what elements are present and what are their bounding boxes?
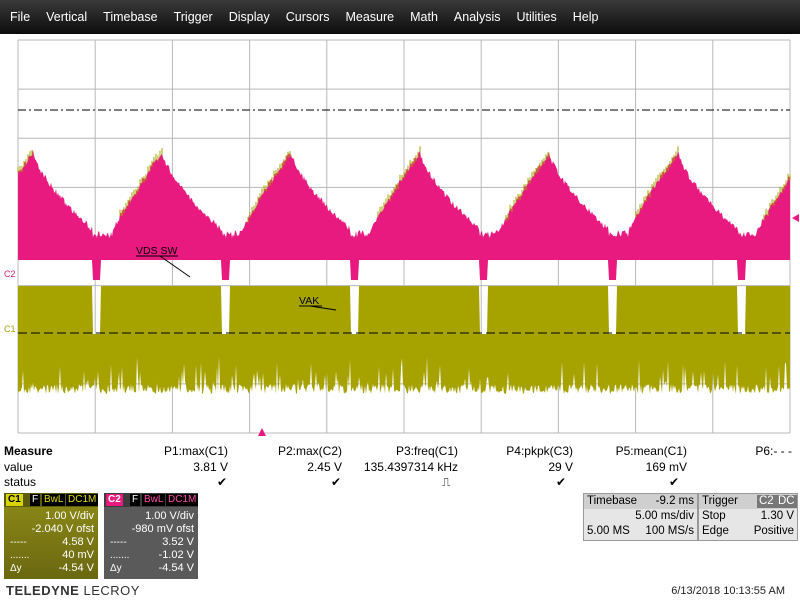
menu-math[interactable]: Math bbox=[402, 10, 446, 24]
waveform-svg: VDS SW VAK bbox=[17, 39, 799, 436]
menu-vertical[interactable]: Vertical bbox=[38, 10, 95, 24]
measure-value-label: value bbox=[4, 460, 33, 474]
p2-status-check-icon: ✔ bbox=[331, 475, 342, 489]
trigger-level-marker bbox=[792, 214, 799, 222]
menu-measure[interactable]: Measure bbox=[337, 10, 402, 24]
menu-display[interactable]: Display bbox=[221, 10, 278, 24]
ch1-descriptor-box[interactable]: C1 F BwL DC1M 1.00 V/div -2.040 V ofst -… bbox=[4, 493, 99, 579]
p5-value: 169 mV bbox=[645, 460, 687, 474]
p4-status-check-icon: ✔ bbox=[556, 475, 567, 489]
p4-name[interactable]: P4:pkpk(C3) bbox=[506, 444, 573, 458]
p3-status-pulse-icon: ⎍ bbox=[442, 475, 451, 489]
ch1-vdiv: 1.00 V/div bbox=[45, 510, 94, 522]
ch1-cursor2-marker: ....... bbox=[10, 550, 30, 561]
menu-bar: File Vertical Timebase Trigger Display C… bbox=[0, 0, 800, 34]
ch2-descriptor-box[interactable]: C2 F BwL DC1M 1.00 V/div -980 mV ofst --… bbox=[104, 493, 199, 579]
timebase-label: Timebase bbox=[587, 495, 638, 507]
measure-status-label: status bbox=[4, 475, 37, 489]
ch1-bwl-badge: BwL bbox=[42, 494, 66, 506]
p3-name[interactable]: P3:freq(C1) bbox=[396, 444, 458, 458]
ch1-delta-value: -4.54 V bbox=[58, 562, 94, 574]
brand-part2: LECROY bbox=[83, 583, 140, 598]
measure-header: Measure bbox=[4, 444, 53, 458]
ch1-waveform bbox=[18, 286, 790, 394]
timebase-tdiv: 5.00 ms/div bbox=[635, 510, 694, 522]
ch1-delta-label: Δy bbox=[10, 563, 22, 574]
p2-value: 2.45 V bbox=[307, 460, 342, 474]
ch2-offset: -980 mV ofst bbox=[131, 523, 194, 535]
p1-value: 3.81 V bbox=[193, 460, 228, 474]
trigger-slope: Positive bbox=[753, 525, 794, 537]
menu-file[interactable]: File bbox=[0, 10, 38, 24]
timestamp: 6/13/2018 10:13:55 AM bbox=[671, 585, 785, 597]
menu-utilities[interactable]: Utilities bbox=[508, 10, 564, 24]
brand-logo: TELEDYNE LECROY bbox=[6, 583, 140, 598]
trigger-box[interactable]: Trigger C2 DC Stop 1.30 V Edge Positive bbox=[698, 493, 798, 541]
ch1-label: C1 bbox=[6, 494, 23, 506]
ch2-delta-label: Δy bbox=[110, 563, 122, 574]
ch2-delta-value: -4.54 V bbox=[158, 562, 194, 574]
ch2-filter-badge: F bbox=[130, 494, 141, 506]
p3-value: 135.4397314 kHz bbox=[363, 460, 458, 474]
trigger-level: 1.30 V bbox=[760, 510, 794, 522]
p1-name[interactable]: P1:max(C1) bbox=[164, 444, 228, 458]
ch2-cursor1-value: 3.52 V bbox=[162, 536, 194, 548]
timebase-rate: 100 MS/s bbox=[645, 525, 694, 537]
p5-name[interactable]: P5:mean(C1) bbox=[616, 444, 687, 458]
p4-value: 29 V bbox=[548, 460, 573, 474]
ch2-bwl-badge: BwL bbox=[142, 494, 166, 506]
ch2-vdiv: 1.00 V/div bbox=[145, 510, 194, 522]
p2-name[interactable]: P2:max(C2) bbox=[278, 444, 342, 458]
timebase-samples: 5.00 MS bbox=[587, 525, 630, 537]
menu-cursors[interactable]: Cursors bbox=[278, 10, 338, 24]
trigger-coupling-badge: DC bbox=[776, 495, 797, 508]
ch2-offset-marker[interactable]: C2 bbox=[4, 270, 16, 279]
menu-timebase[interactable]: Timebase bbox=[95, 10, 165, 24]
trigger-channel-badge: C2 bbox=[757, 495, 776, 508]
ch2-label: C2 bbox=[106, 494, 123, 506]
ch1-coupling-badge: DC1M bbox=[66, 494, 99, 506]
trigger-position-marker bbox=[258, 428, 266, 436]
measure-table: Measure P1:max(C1) P2:max(C2) P3:freq(C1… bbox=[0, 444, 800, 492]
p1-status-check-icon: ✔ bbox=[217, 475, 228, 489]
waveform-display[interactable]: VDS SW VAK bbox=[0, 34, 800, 436]
p6-name[interactable]: P6:- - - bbox=[755, 444, 792, 458]
ch2-coupling-badge: DC1M bbox=[166, 494, 199, 506]
p5-status-check-icon: ✔ bbox=[669, 475, 680, 489]
menu-analysis[interactable]: Analysis bbox=[446, 10, 509, 24]
ch2-cursor2-value: -1.02 V bbox=[158, 549, 194, 561]
timebase-delay: -9.2 ms bbox=[655, 495, 694, 507]
ch1-cursor2-value: 40 mV bbox=[62, 549, 94, 561]
ch1-offset: -2.040 V ofst bbox=[31, 523, 94, 535]
ch2-cursor2-marker: ....... bbox=[110, 550, 130, 561]
timebase-box[interactable]: Timebase -9.2 ms 5.00 ms/div 5.00 MS 100… bbox=[583, 493, 698, 541]
trigger-mode: Stop bbox=[702, 510, 726, 522]
brand-part1: TELEDYNE bbox=[6, 583, 80, 598]
ch2-cursor1-marker: ----- bbox=[110, 537, 127, 548]
vds-annotation-text: VDS SW bbox=[136, 245, 178, 257]
menu-trigger[interactable]: Trigger bbox=[166, 10, 221, 24]
ch1-offset-marker[interactable]: C1 bbox=[4, 325, 16, 334]
vak-annotation-text: VAK bbox=[299, 295, 319, 307]
ch1-cursor1-marker: ----- bbox=[10, 537, 27, 548]
menu-help[interactable]: Help bbox=[565, 10, 607, 24]
trigger-label: Trigger bbox=[702, 495, 738, 507]
trigger-type: Edge bbox=[702, 525, 729, 537]
ch1-cursor1-value: 4.58 V bbox=[62, 536, 94, 548]
ch1-filter-badge: F bbox=[30, 494, 41, 506]
